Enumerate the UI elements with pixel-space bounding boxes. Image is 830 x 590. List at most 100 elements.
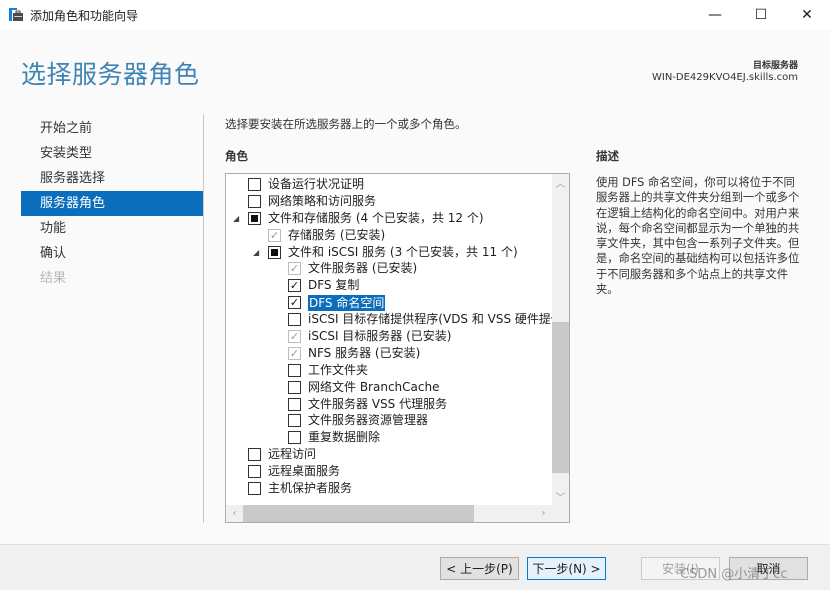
previous-button[interactable]: < 上一步(P) xyxy=(440,557,519,580)
role-row[interactable]: 工作文件夹 xyxy=(226,362,552,379)
close-button[interactable]: ✕ xyxy=(784,0,830,30)
window-title: 添加角色和功能向导 xyxy=(30,9,139,23)
horizontal-scrollbar[interactable]: ‹ › xyxy=(226,505,552,522)
install-button[interactable]: 安装(I) xyxy=(641,557,720,580)
roles-heading: 角色 xyxy=(225,149,248,163)
scroll-down-icon[interactable]: ﹀ xyxy=(552,488,569,505)
role-checkbox: ✓ xyxy=(288,330,301,344)
scroll-right-icon[interactable]: › xyxy=(535,505,552,522)
server-manager-icon xyxy=(9,8,23,21)
role-label[interactable]: 文件服务器 VSS 代理服务 xyxy=(308,396,447,413)
role-checkbox: ✓ xyxy=(288,262,301,276)
nav-item-3[interactable]: 服务器角色 xyxy=(21,191,203,216)
nav-item-4[interactable]: 功能 xyxy=(21,216,203,241)
nav-item-2[interactable]: 服务器选择 xyxy=(21,166,203,191)
role-label[interactable]: iSCSI 目标服务器 (已安装) xyxy=(308,328,451,345)
title-bar: 添加角色和功能向导 — ☐ ✕ xyxy=(0,0,830,30)
role-label[interactable]: 文件服务器 (已安装) xyxy=(308,260,417,277)
role-row[interactable]: ✓ DFS 命名空间 xyxy=(226,294,552,312)
wizard-steps-nav: 开始之前 安装类型 服务器选择 服务器角色 功能 确认结果 xyxy=(21,116,203,291)
role-label[interactable]: 存储服务 (已安装) xyxy=(288,227,385,244)
role-row[interactable]: 文件服务器 VSS 代理服务 xyxy=(226,396,552,413)
role-row[interactable]: 设备运行状况证明 xyxy=(226,176,552,193)
role-checkbox[interactable] xyxy=(268,245,281,259)
horizontal-scroll-thumb[interactable] xyxy=(243,505,474,522)
description-heading: 描述 xyxy=(596,149,619,163)
scrollbar-corner xyxy=(552,505,569,522)
role-row[interactable]: 文件服务器资源管理器 xyxy=(226,412,552,429)
role-row[interactable]: ◢ 文件和 iSCSI 服务 (3 个已安装，共 11 个) xyxy=(226,244,552,261)
tree-expand-icon[interactable]: ◢ xyxy=(233,214,241,223)
role-label[interactable]: NFS 服务器 (已安装) xyxy=(308,345,420,362)
role-label[interactable]: 文件和 iSCSI 服务 (3 个已安装，共 11 个) xyxy=(288,244,518,261)
roles-tree: 设备运行状况证明 网络策略和访问服务 ◢ 文件和存储服务 (4 个已安装，共 12 个… xyxy=(226,176,569,497)
role-label[interactable]: 工作文件夹 xyxy=(308,362,368,379)
role-checkbox[interactable] xyxy=(248,482,261,496)
page-title: 选择服务器角色 xyxy=(21,60,200,89)
role-checkbox[interactable] xyxy=(288,380,301,394)
role-checkbox[interactable] xyxy=(288,313,301,327)
role-label[interactable]: 文件服务器资源管理器 xyxy=(308,412,428,429)
vertical-scroll-thumb[interactable] xyxy=(552,321,569,474)
role-checkbox[interactable] xyxy=(248,465,261,479)
role-row[interactable]: 主机保护者服务 xyxy=(226,480,552,497)
role-row[interactable]: ✓ NFS 服务器 (已安装) xyxy=(226,345,552,362)
role-row[interactable]: 远程访问 xyxy=(226,446,552,463)
target-server-name: WIN-DE429KVO4EJ.skills.com xyxy=(651,72,798,83)
maximize-icon: ☐ xyxy=(754,7,768,23)
role-checkbox[interactable] xyxy=(248,178,261,191)
role-row[interactable]: 重复数据删除 xyxy=(226,429,552,446)
role-label[interactable]: iSCSI 目标存储提供程序(VDS 和 VSS 硬件提供程序) xyxy=(308,311,569,328)
role-checkbox[interactable] xyxy=(248,194,261,208)
role-row[interactable]: ✓ 存储服务 (已安装) xyxy=(226,227,552,244)
target-server-label: 目标服务器 xyxy=(752,61,798,71)
minimize-icon: — xyxy=(708,7,722,23)
nav-item-6: 结果 xyxy=(40,271,67,286)
role-label[interactable]: 网络文件 BranchCache xyxy=(308,379,439,396)
role-row[interactable]: ✓ DFS 复制 xyxy=(226,277,552,294)
role-label[interactable]: 主机保护者服务 xyxy=(268,480,352,497)
maximize-button[interactable]: ☐ xyxy=(738,0,784,30)
description-text: 使用 DFS 命名空间，你可以将位于不同服务器上的共享文件夹分组到一个或多个在逻… xyxy=(596,176,800,297)
role-row[interactable]: iSCSI 目标存储提供程序(VDS 和 VSS 硬件提供程序) xyxy=(226,311,569,328)
role-checkbox[interactable] xyxy=(288,363,301,377)
role-checkbox[interactable] xyxy=(288,414,301,428)
role-row[interactable]: 远程桌面服务 xyxy=(226,463,552,480)
roles-tree-list[interactable]: 设备运行状况证明 网络策略和访问服务 ◢ 文件和存储服务 (4 个已安装，共 12 个… xyxy=(225,173,570,523)
role-row[interactable]: 网络文件 BranchCache xyxy=(226,379,552,396)
next-button[interactable]: 下一步(N) > xyxy=(527,557,606,580)
nav-item-0[interactable]: 开始之前 xyxy=(21,116,203,141)
role-row[interactable]: ✓ iSCSI 目标服务器 (已安装) xyxy=(226,328,552,345)
cancel-button[interactable]: 取消 xyxy=(729,557,808,580)
wizard-footer: < 上一步(P) 下一步(N) > 安装(I) 取消 xyxy=(0,544,830,590)
role-checkbox[interactable]: ✓ xyxy=(288,296,301,310)
tree-expand-icon[interactable]: ◢ xyxy=(253,248,261,257)
role-checkbox[interactable]: ✓ xyxy=(288,279,301,293)
role-label[interactable]: 网络策略和访问服务 xyxy=(268,193,376,210)
role-label[interactable]: DFS 复制 xyxy=(308,277,359,294)
role-row[interactable]: ◢ 文件和存储服务 (4 个已安装，共 12 个) xyxy=(226,210,552,227)
minimize-button[interactable]: — xyxy=(692,0,738,30)
role-row[interactable]: ✓ 文件服务器 (已安装) xyxy=(226,260,552,277)
role-label[interactable]: 设备运行状况证明 xyxy=(268,176,364,193)
role-label[interactable]: 远程访问 xyxy=(268,446,316,463)
role-label[interactable]: DFS 命名空间 xyxy=(308,295,386,312)
role-checkbox[interactable] xyxy=(288,431,301,445)
nav-item-1[interactable]: 安装类型 xyxy=(21,141,203,166)
scroll-up-icon[interactable]: ︿ xyxy=(552,174,569,191)
vertical-scrollbar[interactable]: ︿ ﹀ xyxy=(552,174,569,505)
role-label[interactable]: 重复数据删除 xyxy=(308,429,380,446)
scroll-left-icon[interactable]: ‹ xyxy=(226,505,243,522)
nav-divider xyxy=(203,114,204,523)
role-checkbox[interactable] xyxy=(248,448,261,462)
role-checkbox[interactable] xyxy=(288,397,301,411)
role-checkbox: ✓ xyxy=(288,346,301,360)
role-row[interactable]: 网络策略和访问服务 xyxy=(226,193,552,210)
role-label[interactable]: 远程桌面服务 xyxy=(268,463,340,480)
role-checkbox[interactable] xyxy=(248,211,261,225)
instruction-text: 选择要安装在所选服务器上的一个或多个角色。 xyxy=(225,117,467,131)
role-checkbox: ✓ xyxy=(268,228,281,242)
close-icon: ✕ xyxy=(801,7,813,23)
nav-item-5[interactable]: 确认 xyxy=(21,241,203,266)
role-label[interactable]: 文件和存储服务 (4 个已安装，共 12 个) xyxy=(268,210,484,227)
